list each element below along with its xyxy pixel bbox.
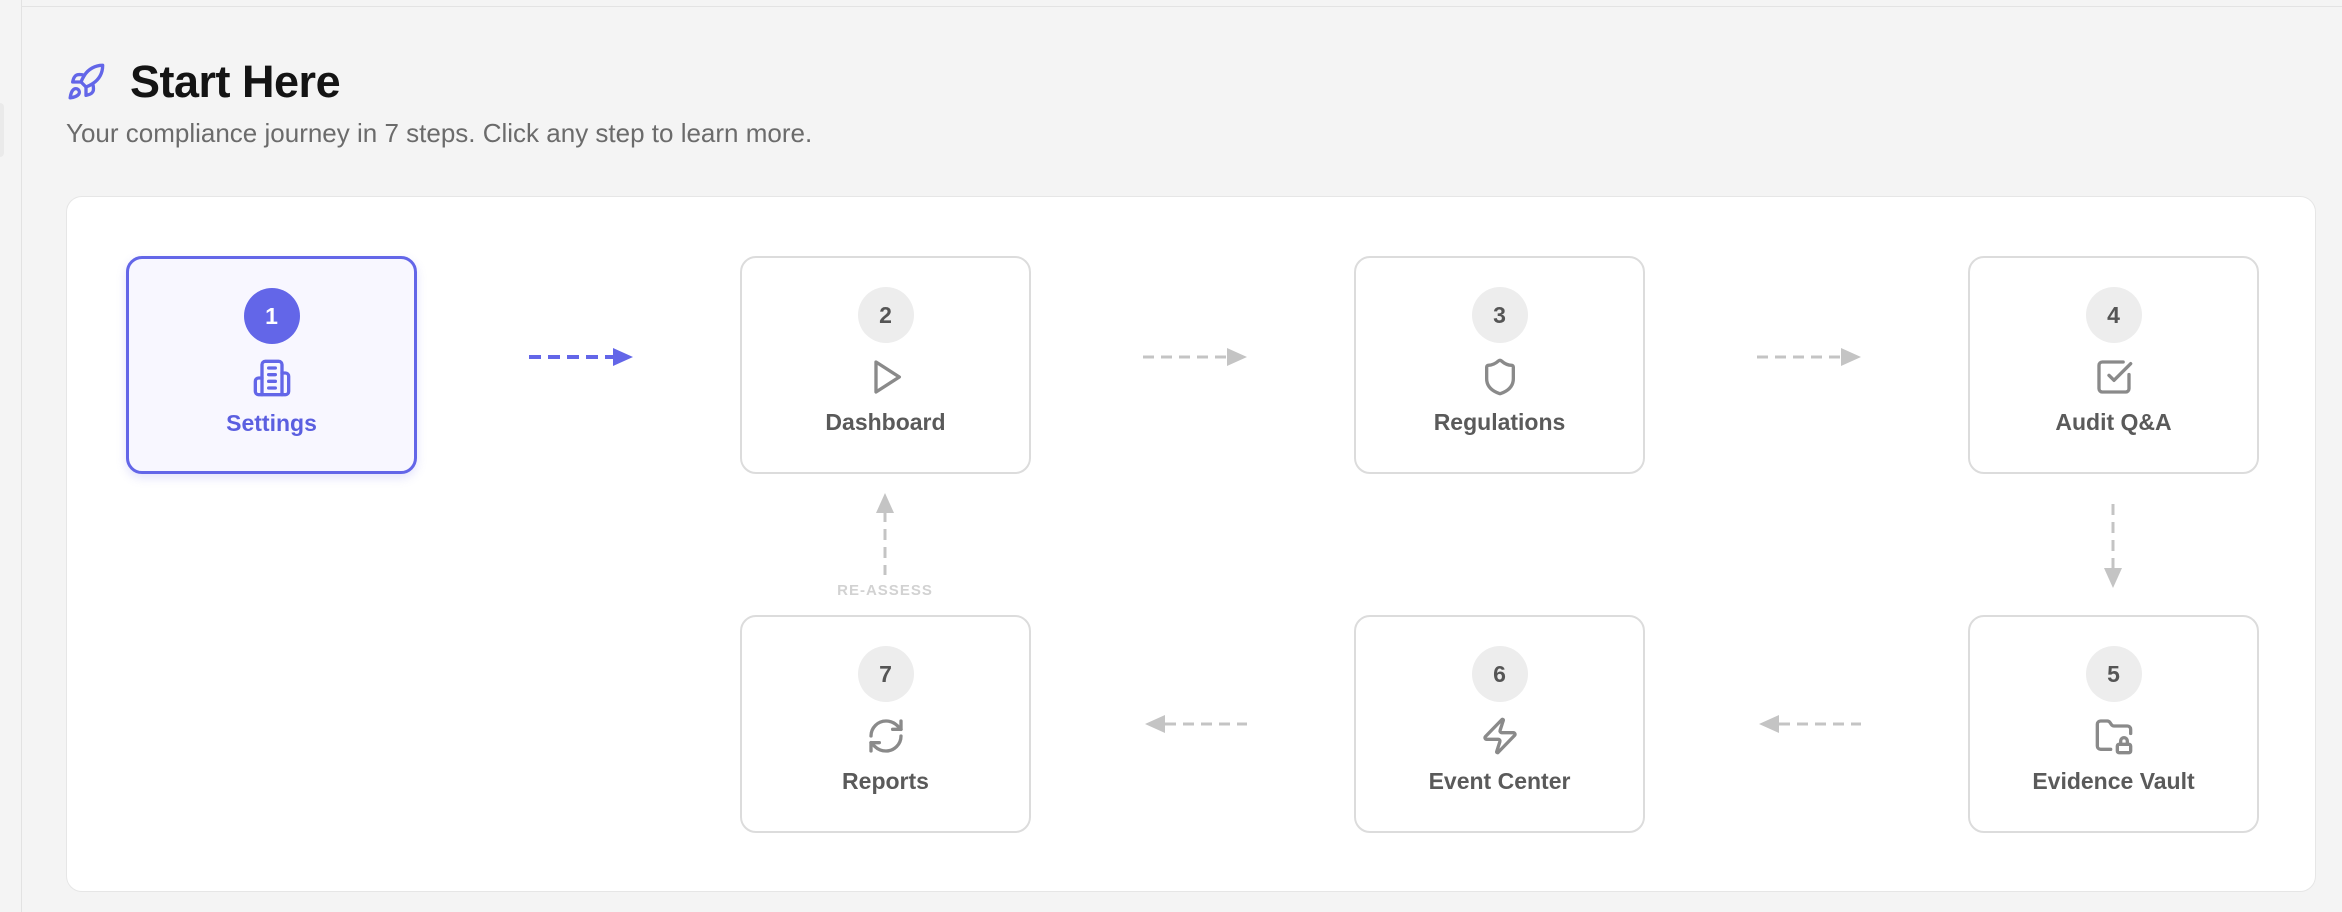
page-subtitle: Your compliance journey in 7 steps. Clic… bbox=[66, 118, 813, 148]
sidebar-collapse-tab[interactable] bbox=[0, 103, 4, 157]
connector-arrow-1-2 bbox=[529, 348, 633, 366]
step-audit-qa[interactable]: 4 Audit Q&A bbox=[1968, 256, 2259, 474]
step-dashboard[interactable]: 2 Dashboard bbox=[740, 256, 1031, 474]
step-number-badge: 1 bbox=[243, 288, 300, 344]
lightning-icon bbox=[1482, 717, 1517, 755]
step-label: Event Center bbox=[1428, 768, 1571, 794]
step-label: Evidence Vault bbox=[2032, 768, 2195, 794]
connector-arrow-5-6 bbox=[1759, 715, 1861, 733]
step-number-badge: 7 bbox=[857, 646, 914, 702]
page-title: Start Here bbox=[130, 56, 341, 107]
top-divider bbox=[21, 6, 2342, 7]
connector-arrow-3-4 bbox=[1757, 348, 1861, 366]
step-reports[interactable]: 7 Reports bbox=[740, 615, 1031, 833]
play-icon bbox=[873, 360, 901, 394]
step-number-badge: 2 bbox=[857, 287, 914, 343]
step-event-center[interactable]: 6 Event Center bbox=[1354, 615, 1645, 833]
step-number-badge: 5 bbox=[2085, 646, 2142, 702]
shield-icon bbox=[1484, 358, 1515, 396]
refresh-icon bbox=[868, 719, 903, 753]
step-label: Settings bbox=[226, 410, 317, 436]
step-label: Regulations bbox=[1433, 409, 1566, 435]
checkbox-icon bbox=[2096, 360, 2132, 394]
connector-arrow-6-7 bbox=[1145, 715, 1247, 733]
step-evidence-vault[interactable]: 5 Evidence Vault bbox=[1968, 615, 2259, 833]
step-number-badge: 3 bbox=[1471, 287, 1528, 343]
page-header: Start Here bbox=[66, 52, 341, 112]
step-label: Reports bbox=[842, 768, 929, 794]
rocket-icon bbox=[68, 63, 105, 100]
step-regulations[interactable]: 3 Regulations bbox=[1354, 256, 1645, 474]
building-icon bbox=[253, 359, 290, 397]
step-label: Dashboard bbox=[825, 409, 946, 435]
re-assess-label: RE-ASSESS bbox=[837, 582, 933, 599]
journey-panel: 1 Settings 2 Dashboard 3 Regulations 4 A… bbox=[66, 196, 2316, 892]
left-rail bbox=[0, 0, 22, 912]
folder-lock-icon bbox=[2095, 719, 2132, 755]
step-number-badge: 6 bbox=[1471, 646, 1528, 702]
step-number-badge: 4 bbox=[2085, 287, 2142, 343]
step-label: Audit Q&A bbox=[2055, 409, 2172, 435]
connector-arrow-4-5 bbox=[2104, 504, 2122, 588]
connector-arrow-7-2 bbox=[876, 493, 894, 575]
step-settings[interactable]: 1 Settings bbox=[126, 256, 417, 474]
connector-arrow-2-3 bbox=[1143, 348, 1247, 366]
